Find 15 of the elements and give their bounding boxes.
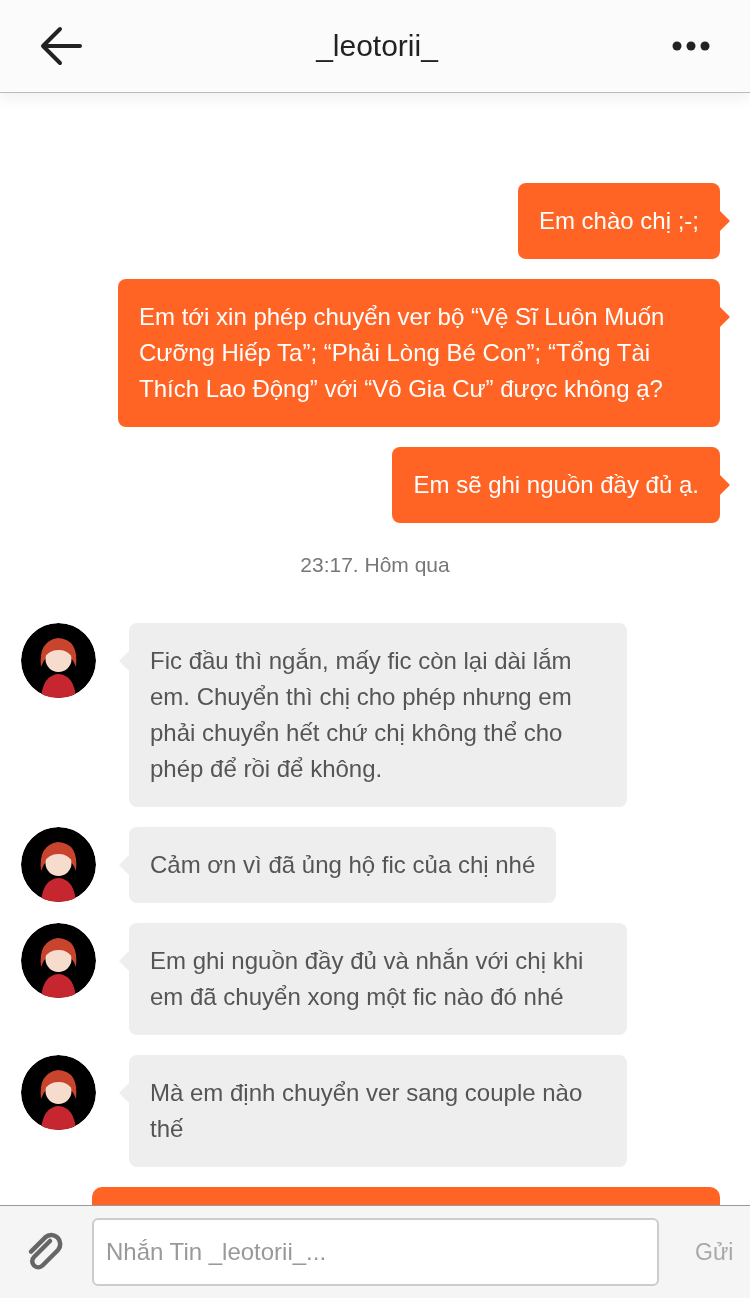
received-message: Fic đầu thì ngắn, mấy fic còn lại dài lắm em. Chuyển thì chị cho phép nhưng em phải chuyển hết chứ chị không thể cho phép để rồi để không. (129, 623, 627, 807)
back-arrow-icon[interactable] (40, 26, 82, 66)
sent-message: Em chào chị ;-; (517, 183, 720, 259)
bubble-tail (720, 211, 730, 231)
received-message: Em ghi nguồn đầy đủ và nhắn với chị khi em đã chuyển xong một fic nào đó nhé (129, 923, 627, 1035)
message-field[interactable]: Nhắn Tin _leotorii_... (92, 1218, 659, 1286)
chat-title: _leotorii_ (316, 29, 438, 63)
bubble-tail (720, 307, 730, 327)
received-message: Mà em định chuyển ver sang couple nào thế (129, 1055, 627, 1167)
sent-message: Em sẽ ghi nguồn đầy đủ ạ. (392, 447, 720, 523)
bubble-tail (720, 475, 730, 495)
more-icon[interactable] (672, 41, 710, 51)
received-message: Cảm ơn vì đã ủng hộ fic của chị nhé (129, 827, 557, 903)
timestamp: 23:17. Hôm qua (300, 553, 450, 577)
sent-message: Em tới xin phép chuyển ver bộ “Vệ Sĩ Luôn Muốn Cưỡng Hiếp Ta”; “Phải Lòng Bé Con”; “Tổng Tài Thích Lao Động” với “Vô Gia Cư” được không ạ? (118, 279, 720, 427)
